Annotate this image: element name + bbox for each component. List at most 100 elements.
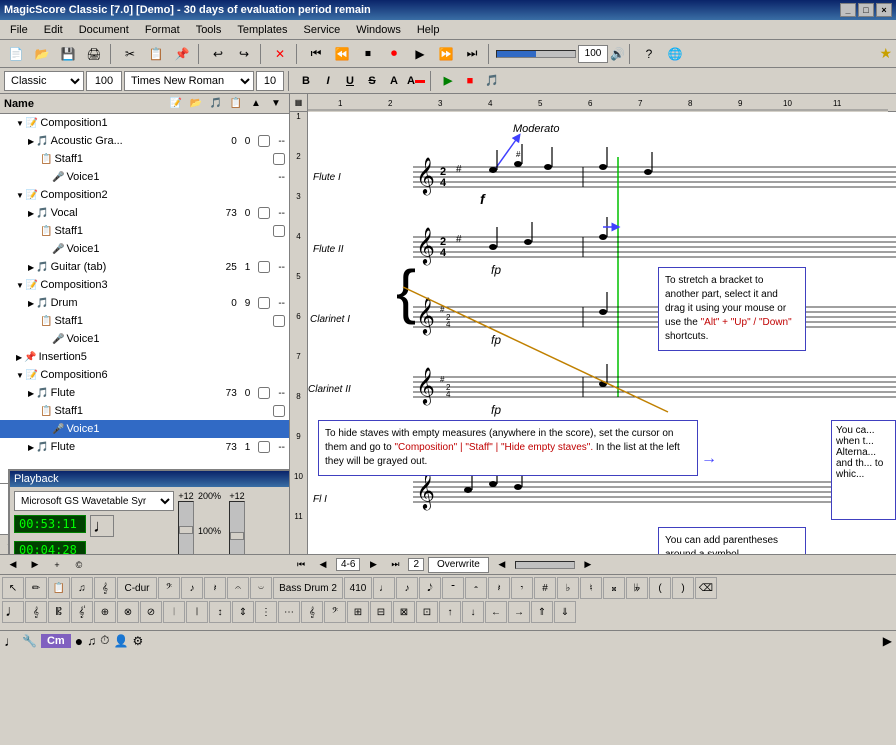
menu-edit[interactable]: Edit [36,22,71,38]
btm-row2-24[interactable]: ⇓ [554,601,576,623]
menu-file[interactable]: File [2,22,36,38]
cut-button[interactable]: ✂ [118,43,142,65]
btm-row2-6[interactable]: ⊘ [140,601,162,623]
btm-tool8[interactable]: 𝄐 [227,577,249,599]
paste-button[interactable]: 📌 [170,43,194,65]
btm-row2-22[interactable]: → [508,601,530,623]
transport-record[interactable]: ⏺ [382,43,406,65]
btm-tool17[interactable]: # [534,577,556,599]
menu-help[interactable]: Help [409,22,448,38]
tree-item-insertion5[interactable]: ▶ 📌 Insertion5 [0,348,289,366]
btm-row2-11[interactable]: ⋮ [255,601,277,623]
btm-row2-10[interactable]: ⇕ [232,601,254,623]
tree-item-composition6[interactable]: ▼ 📝 Composition6 [0,366,289,384]
btm-row2-4[interactable]: ⊕ [94,601,116,623]
btm-tool19[interactable]: ♮ [580,577,602,599]
btm-tool16[interactable]: 𝄾 [511,577,533,599]
nav-fwd[interactable]: ▶ [364,557,382,573]
web-button[interactable]: 🌐 [663,43,687,65]
transport-forward[interactable]: ⏩ [434,43,458,65]
menu-windows[interactable]: Windows [348,22,409,38]
tree-action-1[interactable]: 📝 [167,95,185,113]
btm-tool21[interactable]: 𝄫 [626,577,648,599]
btm-tool12[interactable]: 𝅘𝅥𝅮 [419,577,441,599]
staff1c-check[interactable] [273,315,285,327]
play-green-button[interactable]: ▶ [438,71,458,91]
help-button[interactable]: ? [637,43,661,65]
bs-btn2[interactable]: ▶ [26,557,44,573]
volume-input[interactable] [578,45,608,63]
volume-slider2[interactable] [229,501,245,554]
tree-scroll-down[interactable]: ▼ [267,95,285,113]
btm-row2-3[interactable]: 𝄟 [71,601,93,623]
copy-button[interactable]: 📋 [144,43,168,65]
btm-row2-5[interactable]: ⊗ [117,601,139,623]
btm-row2-17[interactable]: ⊠ [393,601,415,623]
color-button[interactable]: A [406,71,426,91]
btm-row2-16[interactable]: ⊟ [370,601,392,623]
staff1a-check[interactable] [273,153,285,165]
strikethrough-button[interactable]: S [362,71,382,91]
btm-cursor[interactable]: ↖ [2,577,24,599]
tree-item-flute1[interactable]: ▶ 🎵 Flute 730 -- [0,384,289,402]
btm-row2-19[interactable]: ↑ [439,601,461,623]
btm-key[interactable]: C-dur [117,577,157,599]
tree-item-composition3[interactable]: ▼ 📝 Composition3 [0,276,289,294]
undo-button[interactable]: ↩ [206,43,230,65]
btm-tool7[interactable]: 𝄽 [204,577,226,599]
flute1-check[interactable] [258,387,270,399]
btm-row2-23[interactable]: ⇑ [531,601,553,623]
tree-action-4[interactable]: 📋 [227,95,245,113]
btm-row2-14[interactable]: 𝄢 [324,601,346,623]
tree-item-composition1[interactable]: ▼ 📝 Composition1 [0,114,289,132]
btm-tool14[interactable]: 𝄼 [465,577,487,599]
transport-start[interactable]: ⏮ [304,43,328,65]
tree-item-staff1d[interactable]: 📋 Staff1 [0,402,289,420]
bs-btn3[interactable]: + [48,557,66,573]
tree-item-guitar[interactable]: ▶ 🎵 Guitar (tab) 251 -- [0,258,289,276]
nav-prev[interactable]: ⏮ [292,557,310,573]
metronome-button[interactable]: 🎵 [482,71,502,91]
maximize-button[interactable]: □ [858,3,874,17]
btm-drum-label[interactable]: Bass Drum 2 [273,577,343,599]
btm-row2-12[interactable]: ⋯ [278,601,300,623]
tree-item-flute2[interactable]: ▶ 🎵 Flute 731 -- [0,438,289,456]
tree-item-voice1d[interactable]: 🎤 Voice1 [0,420,289,438]
save-button[interactable]: 💾 [56,43,80,65]
horizontal-scrollbar[interactable] [515,561,575,569]
window-controls[interactable]: _ □ × [840,3,892,17]
open-button[interactable]: 📂 [30,43,54,65]
font-combo[interactable]: Times New Roman [124,71,254,91]
btm-row2-9[interactable]: ↕ [209,601,231,623]
drum-check[interactable] [258,297,270,309]
transport-rewind[interactable]: ⏪ [330,43,354,65]
redo-button[interactable]: ↪ [232,43,256,65]
tree-item-voice1a[interactable]: 🎤 Voice1 -- [0,168,289,186]
new-button[interactable]: 📄 [4,43,28,65]
delete-button[interactable]: ✕ [268,43,292,65]
btm-tool1[interactable]: ✏ [25,577,47,599]
btm-tool15[interactable]: 𝄽 [488,577,510,599]
size-input[interactable] [86,71,122,91]
playback-device-combo[interactable]: Microsoft GS Wavetable Syr [14,491,174,511]
vocal-check[interactable] [258,207,270,219]
nav-next[interactable]: ⏭ [386,557,404,573]
menu-templates[interactable]: Templates [229,22,295,38]
bold-button[interactable]: B [296,71,316,91]
tree-scroll-up[interactable]: ▲ [247,95,265,113]
volume-handle2[interactable] [230,532,244,540]
tree-item-vocal[interactable]: ▶ 🎵 Vocal 730 -- [0,204,289,222]
btm-tool13[interactable]: 𝄻 [442,577,464,599]
scroll-right[interactable]: ▶ [579,557,597,573]
menu-tools[interactable]: Tools [188,22,230,38]
btm-tool18[interactable]: ♭ [557,577,579,599]
print-button[interactable]: 🖨 [82,43,106,65]
btm-row2-7[interactable]: 𝄀 [163,601,185,623]
btm-tool24[interactable]: ⌫ [695,577,717,599]
guitar-check[interactable] [258,261,270,273]
minimize-button[interactable]: _ [840,3,856,17]
stop-red-button[interactable]: ■ [460,71,480,91]
btm-tool11[interactable]: ♪ [396,577,418,599]
btm-tool4[interactable]: 𝄞 [94,577,116,599]
tree-item-staff1c[interactable]: 📋 Staff1 [0,312,289,330]
